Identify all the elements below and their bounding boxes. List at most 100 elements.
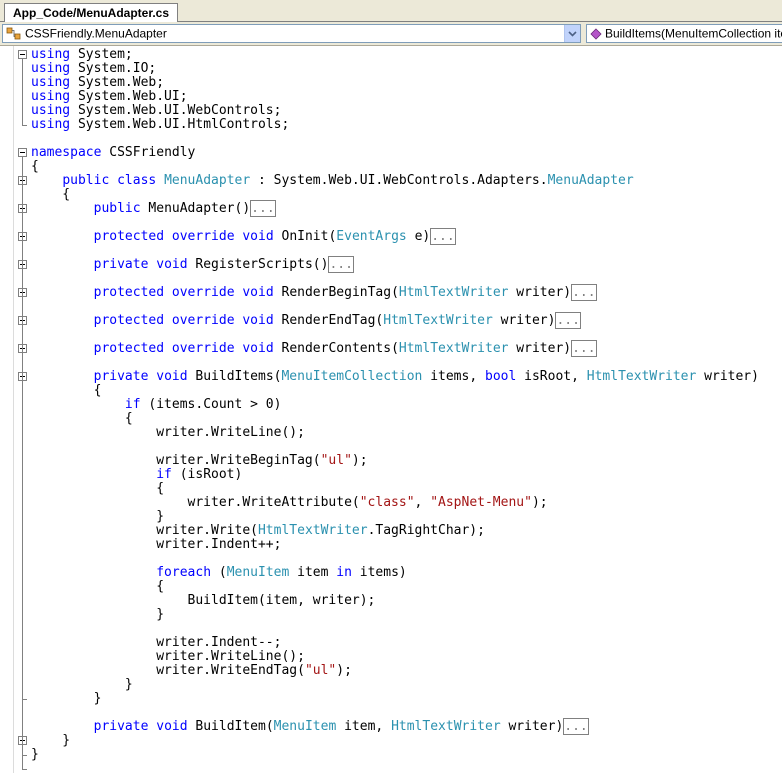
code-token: MenuAdapter(): [140, 201, 251, 216]
code-token: writer.WriteEndTag(: [31, 663, 305, 678]
code-editor[interactable]: using System; using System.IO; using Syste…: [0, 46, 782, 773]
code-token: writer.Indent++;: [31, 537, 282, 552]
outline-guide: [22, 59, 23, 125]
code-token: MenuItemCollection: [281, 369, 423, 384]
code-token: BuildItem(: [187, 719, 274, 734]
code-line: protected override void RenderBeginTag(H…: [31, 284, 597, 301]
outline-guide-end: [22, 755, 27, 756]
code-token: );: [336, 663, 352, 678]
code-line: writer.WriteEndTag("ul");: [31, 664, 352, 678]
code-token: {: [31, 187, 71, 202]
code-token: RenderContents(: [273, 341, 399, 356]
code-token: "AspNet-Menu": [430, 495, 532, 510]
code-token: CSSFriendly: [101, 145, 196, 160]
code-token: private: [93, 369, 149, 384]
code-token: System;: [70, 47, 133, 62]
type-combo[interactable]: CSSFriendly.MenuAdapter: [2, 24, 581, 43]
code-line: }: [31, 692, 102, 706]
code-token: namespace: [31, 145, 102, 160]
code-token: writer.WriteBeginTag(: [31, 453, 321, 468]
code-token: isRoot,: [516, 369, 587, 384]
code-line: private void BuildItem(MenuItem item, Ht…: [31, 718, 589, 735]
code-token: foreach: [156, 565, 212, 580]
collapsed-region-indicator[interactable]: ...: [571, 284, 597, 301]
collapsed-region-indicator[interactable]: ...: [563, 718, 589, 735]
member-combo-text: BuildItems(MenuItemCollection items: [605, 26, 782, 41]
code-line: using System;: [31, 48, 133, 62]
code-line: using System.Web;: [31, 76, 164, 90]
code-line: {: [31, 580, 164, 594]
member-combo[interactable]: BuildItems(MenuItemCollection items: [586, 24, 782, 43]
code-token: void: [242, 229, 274, 244]
collapsed-region-indicator[interactable]: ...: [430, 228, 456, 245]
code-token: : System.Web.UI.WebControls.Adapters.: [250, 173, 548, 188]
code-token: }: [31, 509, 165, 524]
collapsed-region-indicator[interactable]: ...: [571, 340, 597, 357]
chevron-down-icon: [568, 30, 577, 37]
code-token: HtmlTextWriter: [586, 369, 697, 384]
code-token: }: [31, 733, 71, 748]
code-line: writer.WriteLine();: [31, 650, 305, 664]
code-token: writer.WriteAttribute(: [31, 495, 360, 510]
code-token: HtmlTextWriter: [257, 523, 368, 538]
code-line: private void BuildItems(MenuItemCollecti…: [31, 370, 759, 384]
code-token: }: [31, 747, 39, 762]
type-combo-dropdown-button[interactable]: [564, 25, 580, 42]
collapse-region-icon[interactable]: [18, 148, 27, 157]
collapsed-region-indicator[interactable]: ...: [555, 312, 581, 329]
code-line: using System.Web.UI.WebControls;: [31, 104, 281, 118]
code-token: public: [93, 201, 141, 216]
code-token: writer.WriteLine();: [31, 425, 305, 440]
code-line: }: [31, 608, 164, 622]
code-line: writer.WriteBeginTag("ul");: [31, 453, 367, 468]
code-token: MenuAdapter: [547, 173, 634, 188]
navigation-bar: CSSFriendly.MenuAdapter BuildItems(MenuI…: [0, 22, 782, 46]
code-line: namespace CSSFriendly: [31, 146, 195, 160]
code-token: EventArgs: [336, 229, 407, 244]
code-token: HtmlTextWriter: [398, 285, 509, 300]
code-token: using: [31, 117, 71, 132]
code-line: writer.WriteAttribute("class", "AspNet-M…: [31, 496, 548, 510]
code-token: RenderEndTag(: [273, 313, 384, 328]
code-token: ,: [414, 495, 431, 510]
code-line: public class MenuAdapter : System.Web.UI…: [31, 173, 634, 188]
code-token: );: [531, 495, 548, 510]
document-tab[interactable]: App_Code/MenuAdapter.cs: [4, 3, 179, 22]
code-line: }: [31, 734, 70, 748]
code-token: System.IO;: [70, 61, 157, 76]
code-token: using: [31, 61, 71, 76]
code-token: }: [31, 677, 133, 692]
code-token: System.Web.UI.HtmlControls;: [70, 117, 290, 132]
code-token: "class": [359, 495, 415, 510]
collapsed-region-indicator[interactable]: ...: [250, 200, 276, 217]
code-token: (isRoot): [171, 467, 243, 482]
collapsed-region-indicator[interactable]: ...: [328, 256, 354, 273]
code-token: "ul": [320, 453, 352, 468]
editor-margin: [13, 46, 14, 773]
code-line: using System.Web.UI;: [31, 90, 188, 104]
code-token: System.Web.UI.WebControls;: [70, 103, 282, 118]
code-token: .TagRightChar);: [367, 523, 485, 538]
code-token: OnInit(: [273, 229, 337, 244]
code-token: BuildItems(: [187, 369, 282, 384]
code-token: override: [171, 229, 235, 244]
code-token: override: [171, 341, 235, 356]
code-token: RenderBeginTag(: [273, 285, 399, 300]
code-line: }: [31, 678, 133, 692]
code-token: protected: [93, 285, 165, 300]
code-token: MenuItem: [273, 719, 337, 734]
collapse-region-icon[interactable]: [18, 50, 27, 59]
code-line: using System.Web.UI.HtmlControls;: [31, 118, 289, 132]
code-token: (items.Count > 0): [140, 397, 282, 412]
code-line: writer.Indent++;: [31, 538, 281, 552]
code-token: {: [31, 159, 39, 174]
code-line: private void RegisterScripts()...: [31, 256, 354, 273]
